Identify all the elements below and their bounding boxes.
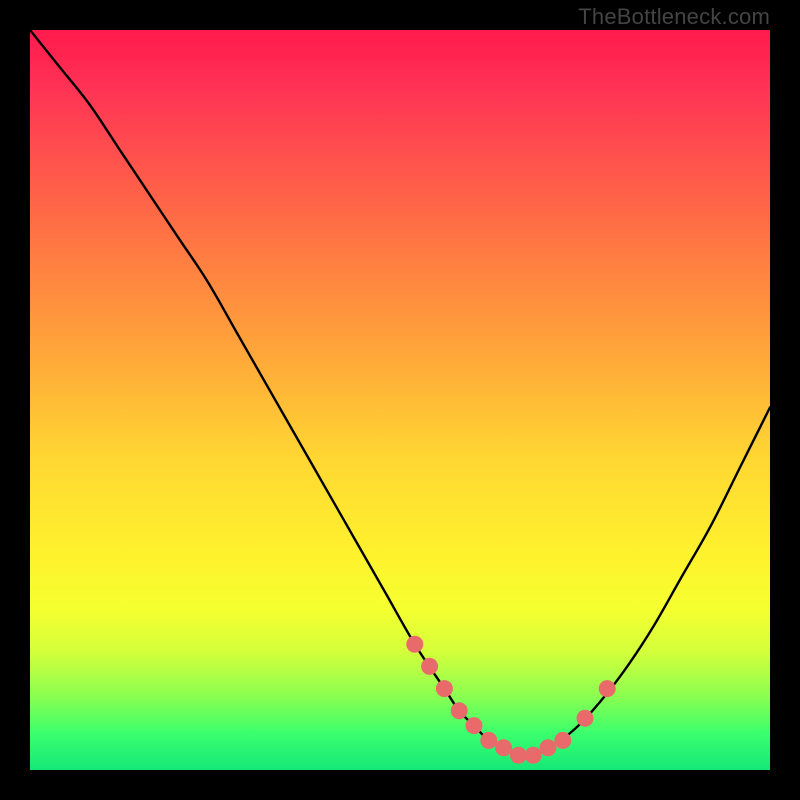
marker-dot (436, 680, 453, 697)
marker-dot (540, 739, 557, 756)
marker-dot (525, 747, 542, 764)
highlight-markers (406, 636, 615, 764)
marker-dot (599, 680, 616, 697)
marker-dot (510, 747, 527, 764)
marker-dot (577, 710, 594, 727)
marker-dot (421, 658, 438, 675)
marker-dot (466, 717, 483, 734)
plot-area (30, 30, 770, 770)
marker-dot (406, 636, 423, 653)
bottleneck-curve (30, 30, 770, 756)
watermark-text: TheBottleneck.com (578, 4, 770, 30)
marker-dot (451, 702, 468, 719)
marker-dot (480, 732, 497, 749)
marker-dot (495, 739, 512, 756)
curve-svg (30, 30, 770, 770)
chart-frame: TheBottleneck.com (0, 0, 800, 800)
marker-dot (554, 732, 571, 749)
